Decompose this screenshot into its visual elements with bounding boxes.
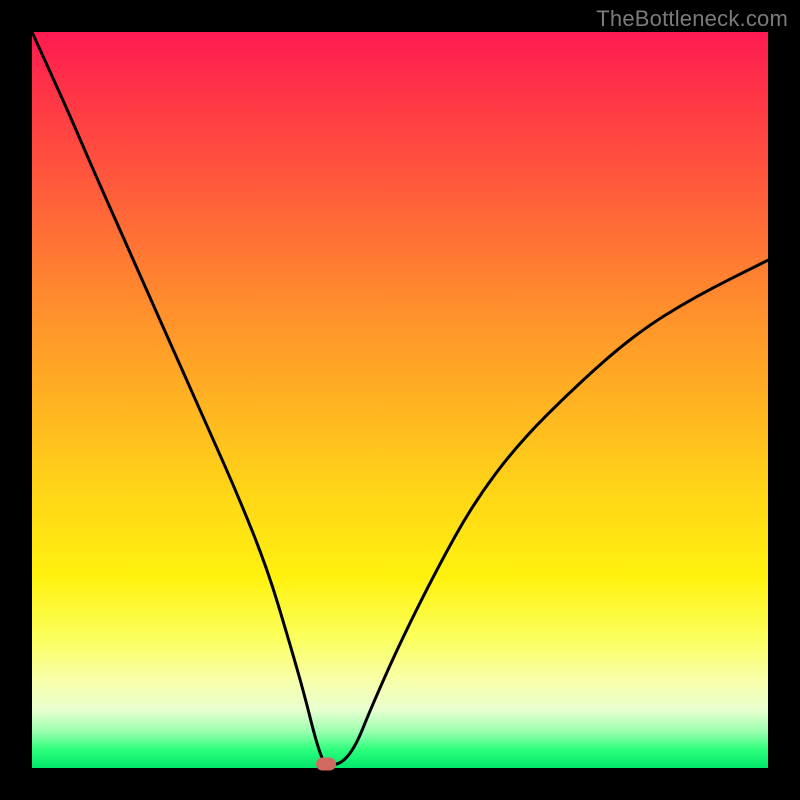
- chart-frame: TheBottleneck.com: [0, 0, 800, 800]
- bottleneck-curve: [32, 32, 768, 764]
- minimum-marker: [316, 758, 336, 771]
- attribution-text: TheBottleneck.com: [596, 6, 788, 32]
- plot-area: [32, 32, 768, 768]
- curve-svg: [32, 32, 768, 768]
